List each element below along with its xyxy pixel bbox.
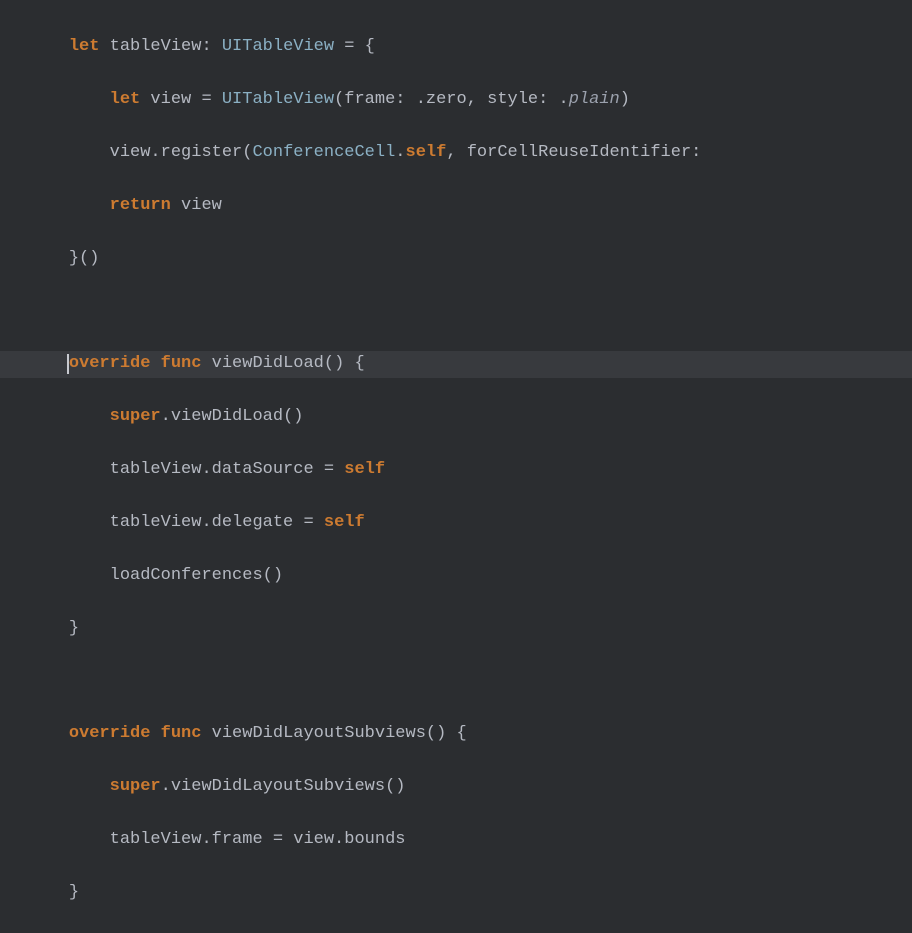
identifier: view. [110,143,161,162]
keyword-self: self [344,460,385,479]
code-text [28,513,110,532]
identifier: view [171,196,222,215]
punct: () [263,566,283,585]
type-name: UITableView [222,37,334,56]
code-line[interactable]: super.viewDidLayoutSubviews() [0,774,912,801]
code-line[interactable] [0,299,912,326]
keyword-self: self [324,513,365,532]
code-line[interactable]: } [0,616,912,643]
keyword: func [161,724,202,743]
keyword-super: super [110,407,161,426]
param-label: style [487,90,538,109]
code-text [28,883,69,902]
punct: : [691,143,701,162]
code-text [28,196,110,215]
code-line[interactable]: super.viewDidLoad() [0,404,912,431]
function-name: viewDidLayoutSubviews [201,724,425,743]
code-text [28,460,110,479]
punct: : . [538,90,569,109]
identifier: tableView.frame = view.bounds [110,830,406,849]
code-line[interactable]: override func viewDidLayoutSubviews() { [0,721,912,748]
code-line[interactable]: return view [0,193,912,220]
code-text [28,354,69,373]
code-text [28,777,110,796]
keyword: return [110,196,171,215]
code-text [28,566,110,585]
code-line[interactable]: tableView.frame = view.bounds [0,827,912,854]
function-call: viewDidLoad [171,407,283,426]
code-text [28,143,110,162]
function-call: loadConferences [110,566,263,585]
identifier: tableView.delegate = [110,513,324,532]
text-cursor [67,354,69,374]
code-text [28,407,110,426]
keyword-super: super [110,777,161,796]
punct: ) [620,90,630,109]
punct: } [69,883,79,902]
keyword: override [69,724,151,743]
code-line[interactable]: } [0,880,912,907]
code-text [28,37,69,56]
type-name: ConferenceCell [252,143,395,162]
param-label: frame [344,90,395,109]
punct: . [161,407,171,426]
code-line[interactable]: let tableView: UITableView = { [0,34,912,61]
code-text [28,724,69,743]
code-text [28,249,69,268]
function-call: register [161,143,243,162]
identifier: plain [569,90,620,109]
code-line[interactable]: tableView.delegate = self [0,510,912,537]
punct: () [385,777,405,796]
keyword: func [161,354,202,373]
code-text [150,354,160,373]
function-call: viewDidLayoutSubviews [171,777,385,796]
code-line[interactable]: }() [0,246,912,273]
identifier: tableView [99,37,201,56]
punct: , [467,90,487,109]
punct: () { [324,354,365,373]
punct: ( [242,143,252,162]
code-line[interactable]: tableView.dataSource = self [0,457,912,484]
code-text [28,90,110,109]
code-text [28,830,110,849]
code-line[interactable]: let view = UITableView(frame: .zero, sty… [0,87,912,114]
code-line[interactable]: loadConferences() [0,563,912,590]
keyword-self: self [406,143,447,162]
keyword: override [69,354,151,373]
identifier: view = [140,90,222,109]
function-name: viewDidLoad [201,354,323,373]
keyword: let [69,37,100,56]
type-name: UITableView [222,90,334,109]
punct: = { [334,37,375,56]
keyword: let [110,90,141,109]
code-text [28,619,69,638]
punct: . [395,143,405,162]
punct: () { [426,724,467,743]
punct: : [201,37,221,56]
code-text [150,724,160,743]
punct: ( [334,90,344,109]
punct: , [446,143,466,162]
identifier: zero [426,90,467,109]
code-editor[interactable]: let tableView: UITableView = { let view … [0,8,912,933]
punct: . [161,777,171,796]
code-line-active[interactable]: override func viewDidLoad() { [0,351,912,378]
param-label: forCellReuseIdentifier [467,143,691,162]
punct: } [69,619,79,638]
punct: : . [395,90,426,109]
punct: () [283,407,303,426]
code-line[interactable] [0,668,912,695]
code-line[interactable]: view.register(ConferenceCell.self, forCe… [0,140,912,167]
punct: }() [69,249,100,268]
identifier: tableView.dataSource = [110,460,345,479]
